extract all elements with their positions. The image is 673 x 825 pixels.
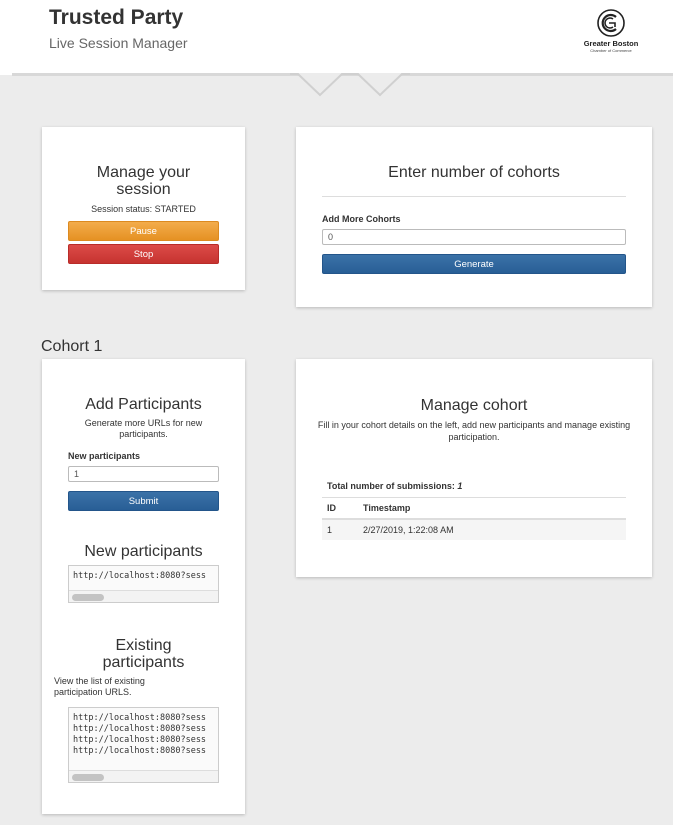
- scrollbar-thumb-icon[interactable]: [72, 774, 104, 781]
- existing-participants-urlbox[interactable]: http://localhost:8080?sess http://localh…: [68, 707, 219, 783]
- existing-participants-title: Existing participants: [102, 637, 185, 671]
- participants-card: Add Participants Generate more URLs for …: [42, 359, 245, 814]
- submissions-total: Total number of submissions: 1: [327, 481, 462, 491]
- session-title: Manage your session: [96, 164, 191, 198]
- existing-participant-url[interactable]: http://localhost:8080?sess: [73, 746, 218, 757]
- header-notch-decoration: [290, 73, 410, 97]
- new-participants-label: New participants: [68, 451, 141, 461]
- existing-participant-url[interactable]: http://localhost:8080?sess: [73, 713, 218, 724]
- manage-cohort-card: Manage cohort Fill in your cohort detail…: [296, 359, 652, 577]
- table-row: 1 2/27/2019, 1:22:08 AM: [322, 518, 626, 540]
- submissions-total-value: 1: [457, 481, 463, 491]
- add-cohorts-input[interactable]: 0: [322, 229, 626, 245]
- header: Trusted Party Live Session Manager Great…: [0, 0, 673, 75]
- row-timestamp: 2/27/2019, 1:22:08 AM: [363, 524, 454, 535]
- generate-button[interactable]: Generate: [322, 254, 626, 274]
- existing-participants-description: View the list of existing participation …: [54, 676, 145, 697]
- add-participants-title: Add Participants: [85, 396, 202, 413]
- app-subtitle: Live Session Manager: [49, 35, 188, 51]
- submit-button[interactable]: Submit: [68, 491, 219, 511]
- add-participants-description: Generate more URLs for new participants.: [84, 418, 203, 439]
- manage-cohort-description: Fill in your cohort details on the left,…: [317, 420, 631, 442]
- new-participants-scrollbar[interactable]: [69, 590, 218, 602]
- stop-button[interactable]: Stop: [68, 244, 219, 264]
- new-participants-input[interactable]: 1: [68, 466, 219, 482]
- row-id: 1: [327, 524, 333, 535]
- existing-participant-url[interactable]: http://localhost:8080?sess: [73, 724, 218, 735]
- existing-participant-url[interactable]: http://localhost:8080?sess: [73, 735, 218, 746]
- logo-line-1: Greater Boston: [583, 39, 639, 48]
- table-header-row: ID Timestamp: [322, 497, 626, 519]
- session-card: Manage your session Session status: STAR…: [42, 127, 245, 290]
- pause-button[interactable]: Pause: [68, 221, 219, 241]
- new-participant-url[interactable]: http://localhost:8080?sess: [69, 566, 218, 582]
- submissions-table: ID Timestamp 1 2/27/2019, 1:22:08 AM: [322, 497, 626, 540]
- new-participants-title: New participants: [84, 543, 203, 560]
- session-status: Session status: STARTED: [91, 204, 196, 214]
- new-participants-urlbox[interactable]: http://localhost:8080?sess: [68, 565, 219, 603]
- app-title: Trusted Party: [49, 6, 184, 29]
- cohorts-divider: [322, 196, 626, 197]
- column-header-timestamp: Timestamp: [363, 502, 411, 513]
- manage-cohort-title: Manage cohort: [420, 397, 528, 414]
- cohorts-title: Enter number of cohorts: [388, 164, 560, 181]
- scrollbar-thumb-icon[interactable]: [72, 594, 104, 601]
- cohorts-card: Enter number of cohorts Add More Cohorts…: [296, 127, 652, 307]
- cohort-heading: Cohort 1: [41, 338, 103, 355]
- submissions-total-label: Total number of submissions:: [327, 481, 455, 491]
- chamber-logo: Greater Boston Chamber of Commerce: [576, 8, 646, 60]
- chamber-logo-icon: [597, 9, 625, 37]
- column-header-id: ID: [327, 502, 336, 513]
- logo-line-2: Chamber of Commerce: [590, 48, 632, 53]
- existing-participants-scrollbar[interactable]: [69, 770, 218, 782]
- add-cohorts-label: Add More Cohorts: [322, 214, 401, 224]
